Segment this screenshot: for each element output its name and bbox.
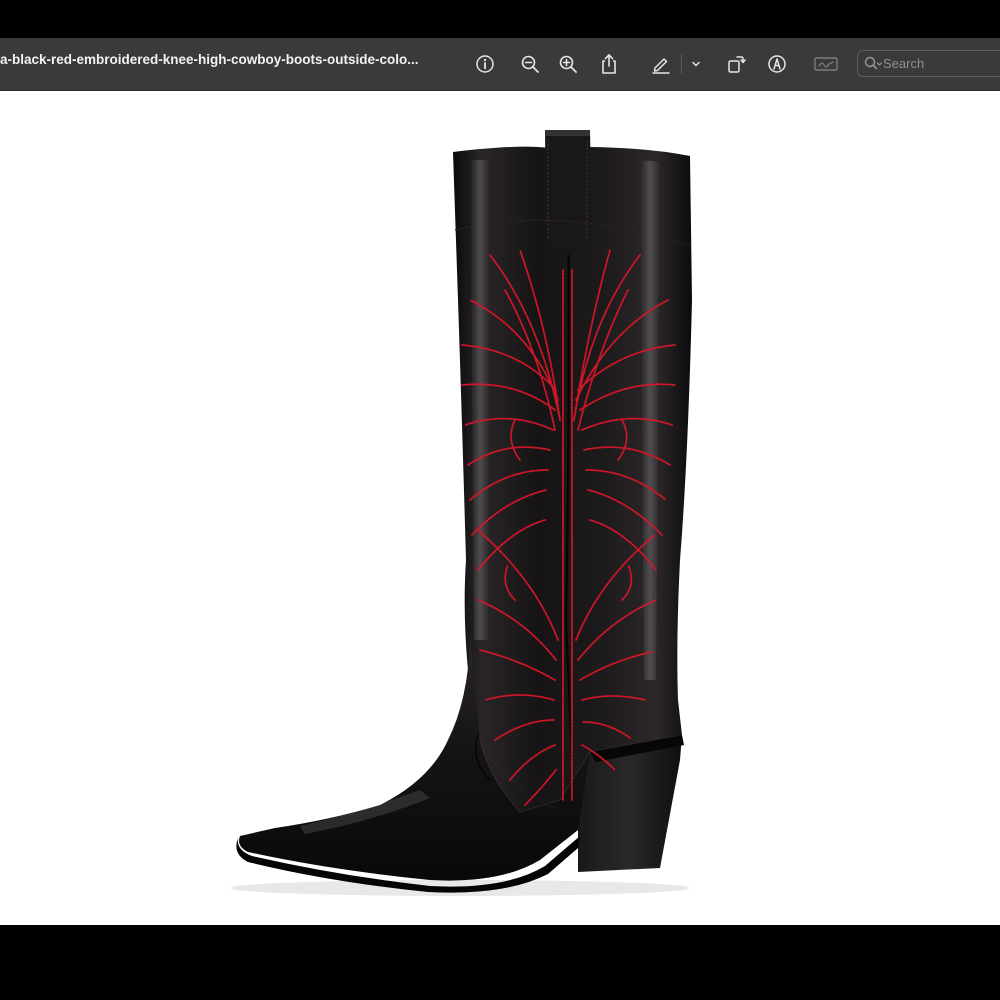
zoom-in-icon (559, 55, 577, 73)
zoom-out-button[interactable] (518, 52, 542, 76)
toolbar: a-black-red-embroidered-knee-high-cowboy… (0, 38, 1000, 91)
chevron-down-icon (692, 61, 700, 67)
pull-tab (545, 130, 592, 255)
search-input[interactable] (883, 54, 993, 73)
highlight-pen-icon (652, 58, 670, 74)
rotate-button[interactable] (724, 52, 748, 76)
document-title: a-black-red-embroidered-knee-high-cowboy… (0, 52, 419, 67)
markup-button[interactable] (765, 52, 789, 76)
search-icon (864, 56, 883, 70)
rotate-icon (728, 56, 746, 73)
highlight-button[interactable] (649, 52, 673, 76)
top-bezel (0, 0, 1000, 38)
share-icon (602, 54, 616, 74)
info-icon (476, 55, 494, 73)
info-button[interactable] (473, 52, 497, 76)
zoom-out-icon (521, 55, 539, 73)
signature-button[interactable] (812, 52, 840, 76)
image-canvas (0, 91, 1000, 925)
toolbar-separator (681, 54, 682, 74)
boot-image (230, 130, 692, 896)
zoom-in-button[interactable] (556, 52, 580, 76)
signature-icon (814, 57, 838, 71)
preview-window: a-black-red-embroidered-knee-high-cowboy… (0, 0, 1000, 1000)
markup-icon (768, 55, 786, 73)
bottom-bezel (0, 925, 1000, 1000)
share-button[interactable] (597, 52, 621, 76)
highlight-options-button[interactable] (685, 52, 707, 76)
search-box[interactable] (857, 50, 1000, 77)
